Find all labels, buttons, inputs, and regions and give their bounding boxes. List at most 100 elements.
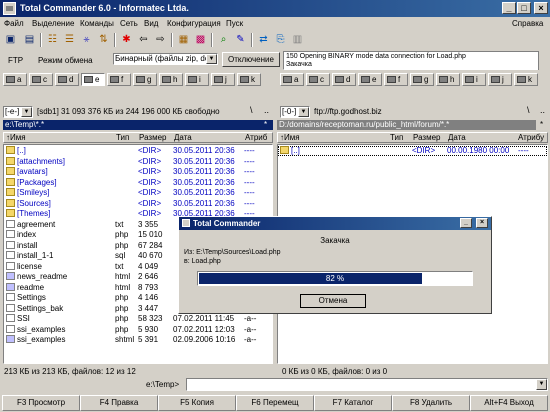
root-dir-button-right[interactable]: \ [527,105,530,115]
drive-button[interactable]: f [384,73,408,86]
drive-button[interactable]: i [185,73,209,86]
command-input[interactable]: ▼ [186,378,548,391]
drive-button[interactable]: k [514,73,538,86]
menu-config[interactable]: Конфигурация [167,19,221,28]
chevron-down-icon[interactable]: ▼ [21,107,32,117]
drive-button[interactable]: h [436,73,460,86]
f8-delete-button[interactable]: F8 Удалить [392,395,470,411]
select-icon[interactable]: ✱ [119,33,134,47]
folder-row[interactable]: [..] <DIR> 30.05.2011 20:36 ---- [4,146,272,156]
f6-move-button[interactable]: F6 Перемещ [236,395,314,411]
chevron-down-icon[interactable]: ▼ [206,54,217,64]
drive-button[interactable]: c [29,73,53,86]
file-date: 30.05.2011 20:36 [173,188,235,197]
drive-button[interactable]: j [211,73,235,86]
file-name: license [17,261,42,271]
f5-copy-button[interactable]: F5 Копия [158,395,236,411]
drive-button[interactable]: j [488,73,512,86]
sort-icon[interactable]: ⇅ [96,33,111,47]
col-size[interactable]: Размер [139,133,167,143]
col-date[interactable]: Дата [448,133,466,143]
file-attr: -a-- [244,314,257,323]
col-name[interactable]: ↑Имя [6,133,26,143]
file-row[interactable]: SSI php 58 323 07.02.2011 11:45 -a-- [4,314,272,324]
drive-button[interactable]: h [159,73,183,86]
drive-button[interactable]: f [107,73,131,86]
minimize-button[interactable]: _ [502,2,516,14]
menu-start[interactable]: Пуск [226,19,243,28]
maximize-button[interactable]: □ [517,2,531,14]
rename-icon[interactable]: ✎ [233,33,248,47]
chevron-down-icon[interactable]: ▼ [298,107,309,117]
drive-button[interactable]: a [280,73,304,86]
log-scrollbar[interactable] [538,51,548,70]
left-path[interactable]: e:\Temp\*.* [3,120,273,130]
col-size[interactable]: Размер [413,133,441,143]
up-dir-button-right[interactable]: .. [540,105,545,115]
pack-icon[interactable]: ▦ [176,33,191,47]
menu-commands[interactable]: Команды [80,19,114,28]
dialog-title[interactable]: Total Commander [179,217,491,230]
col-ext[interactable]: Тип [116,133,129,143]
drive-button-active[interactable]: e [81,73,105,86]
f7-mkdir-button[interactable]: F7 Каталог [314,395,392,411]
left-drive-select[interactable]: [-e-] ▼ [3,106,33,118]
disconnect-button[interactable]: Отключение [222,52,280,67]
exit-button[interactable]: Alt+F4 Выход [470,395,548,411]
right-drive-select[interactable]: [-0-] ▼ [280,106,310,118]
search-icon[interactable]: ⌕ [216,33,231,47]
chevron-down-icon[interactable]: ▼ [536,379,547,390]
file-row[interactable]: ssi_examples php 5 930 07.02.2011 12:03 -a-- [4,324,272,335]
folder-row[interactable]: [Sources] <DIR> 30.05.2011 20:36 ---- [4,198,272,209]
file-ext: php [115,240,129,250]
close-button[interactable]: × [476,218,488,228]
drive-button[interactable]: d [55,73,79,86]
folder-row[interactable]: [Smileys] <DIR> 30.05.2011 20:36 ---- [4,188,272,198]
folder-row[interactable]: [attachments] <DIR> 30.05.2011 20:36 ---- [4,156,272,167]
up-dir-button[interactable]: .. [264,105,269,115]
col-attr[interactable]: Атрибу [518,133,544,143]
menu-net[interactable]: Сеть [120,19,138,28]
unpack-icon[interactable]: ▩ [193,33,208,47]
folder-row[interactable]: [..] <DIR> 00.00.1980 00:00 ---- [278,146,547,156]
drive-button[interactable]: g [410,73,434,86]
menu-select[interactable]: Выделение [32,19,74,28]
full-icon[interactable]: ☰ [62,33,77,47]
forward-icon[interactable]: ⇨ [153,33,168,47]
menu-file[interactable]: Файл [4,19,24,28]
drive-button[interactable]: i [462,73,486,86]
f4-edit-button[interactable]: F4 Правка [80,395,158,411]
notepad-icon[interactable]: ▥ [290,33,305,47]
col-date[interactable]: Дата [174,133,192,143]
drive-button[interactable]: a [3,73,27,86]
file-ext: txt [115,219,124,229]
refresh-icon[interactable]: ▣ [3,33,18,47]
drive-button[interactable]: e [358,73,382,86]
tree-icon[interactable]: ⚹ [79,33,94,47]
view-icon[interactable]: ▤ [22,33,37,47]
ftp-connect-icon[interactable]: ⇄ [256,33,271,47]
col-attr[interactable]: Атриб [245,133,267,143]
folder-row[interactable]: [avatars] <DIR> 30.05.2011 20:36 ---- [4,167,272,177]
brief-icon[interactable]: ☷ [45,33,60,47]
col-ext[interactable]: Тип [390,133,403,143]
col-name[interactable]: ↑Имя [280,133,300,143]
back-icon[interactable]: ⇦ [136,33,151,47]
title-bar[interactable]: Total Commander 6.0 - Informatec Ltda. _… [0,0,550,17]
right-path[interactable]: D:/domains/receptoman.ru/public_html/for… [277,120,536,130]
menu-view[interactable]: Вид [144,19,158,28]
f3-view-button[interactable]: F3 Просмотр [2,395,80,411]
drive-button[interactable]: c [306,73,330,86]
cancel-button[interactable]: Отмена [300,294,366,308]
file-row[interactable]: ssi_examples shtml 5 391 02.09.2006 10:16 -a… [4,335,272,345]
minimize-button[interactable]: _ [460,218,472,228]
folder-row[interactable]: [Packages] <DIR> 30.05.2011 20:36 ---- [4,177,272,188]
close-button[interactable]: × [534,2,548,14]
drive-button[interactable]: g [133,73,157,86]
drive-button[interactable]: k [237,73,261,86]
root-dir-button[interactable]: \ [250,105,253,115]
drive-button[interactable]: d [332,73,356,86]
transfer-mode-select[interactable]: Бинарный (файлы zip, doc ▼ [113,53,218,65]
ftp-new-icon[interactable]: ⎘ [273,33,288,47]
menu-help[interactable]: Справка [512,19,543,28]
